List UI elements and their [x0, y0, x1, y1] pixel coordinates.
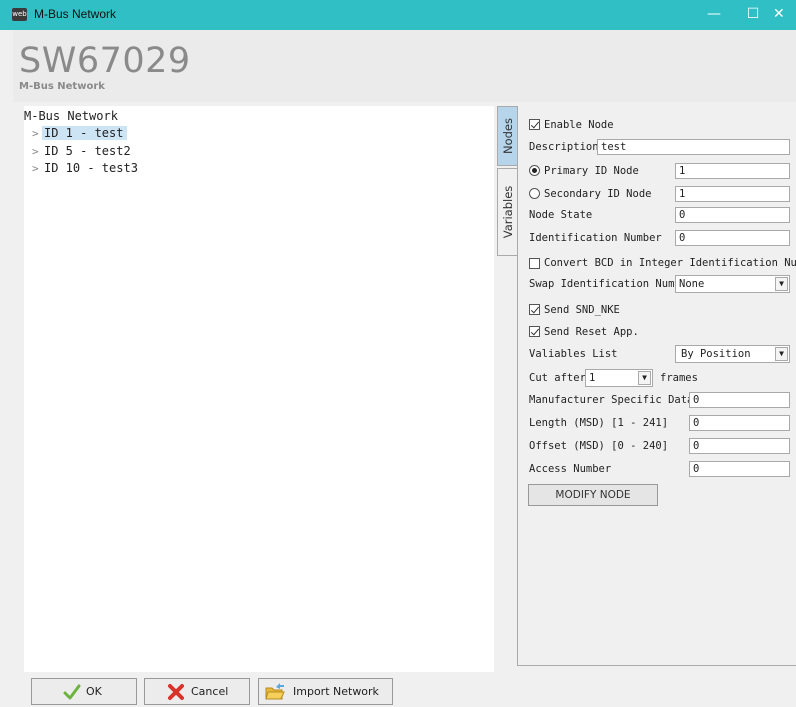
chevron-down-icon[interactable]: ▼	[638, 371, 651, 385]
tab-nodes[interactable]: Nodes	[497, 106, 517, 166]
tree-item-node-10[interactable]: > ID 10 - test3	[32, 160, 142, 176]
cross-icon	[168, 684, 184, 700]
expand-icon[interactable]: >	[32, 161, 42, 177]
enable-node-checkbox[interactable]	[529, 119, 540, 130]
description-label: Description	[529, 141, 599, 153]
cancel-label: Cancel	[191, 685, 229, 698]
secondary-id-label: Secondary ID Node	[544, 188, 652, 200]
send-snd-nke-label: Send SND_NKE	[544, 304, 620, 316]
length-msd-input[interactable]: 0	[689, 415, 790, 431]
manufacturer-data-label: Manufacturer Specific Data	[529, 394, 694, 406]
tab-variables[interactable]: Variables	[497, 168, 517, 256]
cut-after-select[interactable]: 1 ▼	[585, 369, 653, 387]
title-bar: web M-Bus Network — ☐ ✕	[0, 0, 796, 30]
import-network-button[interactable]: Import Network	[258, 678, 393, 705]
variables-list-label: Valiables List	[529, 348, 618, 360]
tree-item-label: ID 10 - test3	[44, 161, 138, 175]
minimize-button[interactable]: —	[695, 0, 733, 30]
tree-item-label: ID 1 - test	[42, 126, 128, 140]
tree-item-label: ID 5 - test2	[44, 144, 131, 158]
cancel-button[interactable]: Cancel	[144, 678, 250, 705]
close-button[interactable]: ✕	[773, 0, 796, 30]
enable-node-label: Enable Node	[544, 119, 614, 131]
secondary-id-input[interactable]: 1	[675, 186, 790, 202]
folder-icon	[265, 683, 285, 700]
variables-list-select[interactable]: By Position ▼	[675, 345, 790, 363]
import-network-label: Import Network	[293, 685, 379, 698]
identification-number-label: Identification Number	[529, 232, 662, 244]
identification-number-input[interactable]: 0	[675, 230, 790, 246]
network-tree: M-Bus Network > ID 1 - test > ID 5 - test2…	[24, 106, 494, 672]
manufacturer-data-input[interactable]: 0	[689, 392, 790, 408]
swap-id-select[interactable]: None ▼	[675, 275, 790, 293]
expand-icon[interactable]: >	[32, 144, 42, 160]
chevron-down-icon[interactable]: ▼	[775, 277, 788, 291]
modify-node-button[interactable]: MODIFY NODE	[528, 484, 658, 506]
primary-id-label: Primary ID Node	[544, 165, 639, 177]
offset-msd-label: Offset (MSD) [0 - 240]	[529, 440, 669, 452]
node-state-label: Node State	[529, 209, 593, 221]
tab-variables-label: Variables	[500, 185, 515, 239]
primary-id-input[interactable]: 1	[675, 163, 790, 179]
description-input[interactable]: test	[597, 139, 790, 155]
product-code: SW67029	[19, 41, 191, 81]
product-subtitle: M-Bus Network	[19, 81, 105, 92]
product-header: SW67029 M-Bus Network	[13, 30, 796, 102]
send-reset-label: Send Reset App.	[544, 326, 639, 338]
checkmark-icon	[63, 684, 81, 700]
frames-label: frames	[660, 372, 698, 384]
tab-nodes-label: Nodes	[500, 117, 515, 155]
send-snd-nke-checkbox[interactable]	[529, 304, 540, 315]
secondary-id-radio[interactable]	[529, 188, 540, 199]
variables-list-value: By Position	[681, 348, 751, 360]
maximize-button[interactable]: ☐	[734, 0, 772, 30]
primary-id-radio[interactable]	[529, 165, 540, 176]
cut-after-value: 1	[589, 372, 596, 384]
node-state-input[interactable]: 0	[675, 207, 790, 223]
access-number-label: Access Number	[529, 463, 612, 475]
window-title: M-Bus Network	[34, 7, 117, 21]
swap-id-value: None	[679, 278, 705, 290]
cut-after-label: Cut after	[529, 372, 586, 384]
tree-root[interactable]: M-Bus Network	[24, 109, 118, 123]
chevron-down-icon[interactable]: ▼	[775, 347, 788, 361]
convert-bcd-checkbox[interactable]	[529, 258, 540, 269]
swap-id-label: Swap Identification Num.	[529, 278, 681, 290]
offset-msd-input[interactable]: 0	[689, 438, 790, 454]
send-reset-checkbox[interactable]	[529, 326, 540, 337]
ok-button[interactable]: OK	[31, 678, 137, 705]
length-msd-label: Length (MSD) [1 - 241]	[529, 417, 669, 429]
ok-label: OK	[86, 685, 102, 698]
tree-item-node-5[interactable]: > ID 5 - test2	[32, 143, 135, 159]
expand-icon[interactable]: >	[32, 126, 42, 142]
convert-bcd-label: Convert BCD in Integer Identification Nu…	[544, 257, 796, 269]
app-icon: web	[12, 8, 27, 21]
tree-item-node-1[interactable]: > ID 1 - test	[32, 125, 128, 142]
access-number-input[interactable]: 0	[689, 461, 790, 477]
